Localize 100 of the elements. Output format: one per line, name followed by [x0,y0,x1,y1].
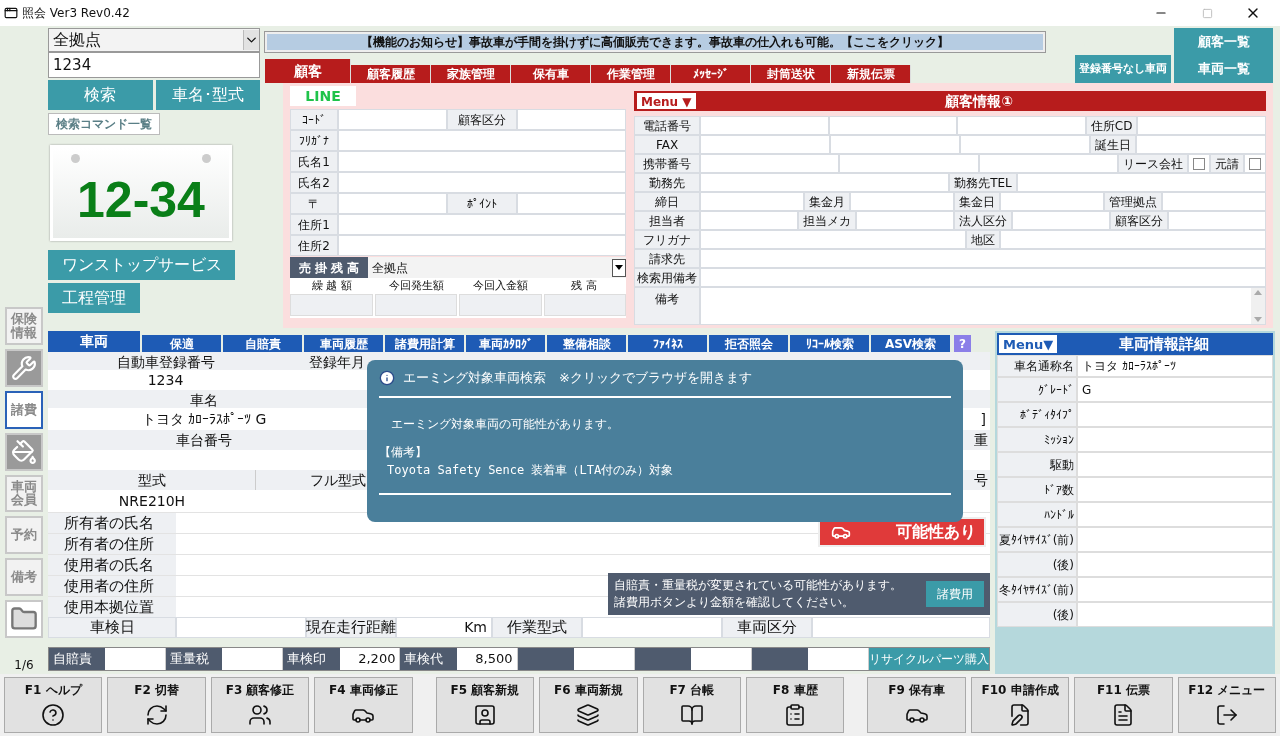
field-label: 住所CD [1085,116,1138,135]
vehicle-tab[interactable]: 諸費用計算 [385,335,466,352]
field-label: 氏名1 [290,151,338,172]
field-label: 誕生日 [1090,135,1136,154]
field-label: 車名 [189,391,219,408]
field-label: 現在走行距離 [306,617,396,638]
function-key[interactable]: F1 ヘルプ [4,677,103,733]
help-button[interactable]: ? [954,335,971,352]
app-icon [4,6,18,20]
field-label: 勤務先 [634,173,700,192]
vehicle-tab[interactable]: 車両ｶﾀﾛｸﾞ [466,335,547,352]
field-label: 重 [974,431,989,450]
command-list-button[interactable]: 検索コマンド一覧 [48,113,160,135]
fee-label: 重量税 [166,648,223,670]
wrench-icon [11,354,37,381]
screw-hole-icon [71,154,80,163]
field-label: 〒 [290,193,338,214]
fee-label: 自賠責 [49,648,106,670]
function-key[interactable]: F10 申請作成 [970,677,1070,733]
function-key[interactable]: F9 保有車 [867,677,966,733]
balance-label: 売 掛 残 高 [290,257,368,278]
vehicle-tab[interactable]: 整備相談 [547,335,628,352]
table-cell-text: NRE210H [117,491,187,511]
toolbar-button[interactable]: 諸費 [5,390,43,429]
function-key[interactable]: F5 顧客新規 [435,677,535,733]
field-label: 所有者の住所 [48,534,176,554]
column-header: 今回発生額 [387,278,445,294]
layers-icon [576,703,601,727]
customer-tab[interactable]: 顧客履歴 [351,65,431,83]
vehicle-tab[interactable]: 車両履歴 [304,335,385,352]
field-label: 検索用備考 [634,268,700,287]
panel-title: 車両情報詳細 [1118,333,1211,355]
branch-dropdown[interactable]: 全拠点 [48,28,260,52]
function-key[interactable]: F2 切替 [107,677,206,733]
field-label: 法人区分 [954,211,1012,230]
field-label: ﾄﾞｱ数 [997,477,1077,502]
vehicle-tab[interactable]: 拒否照会 [709,335,790,352]
user-card-icon [472,703,497,727]
remarks-field[interactable] [700,287,1266,325]
function-key[interactable]: F12 メニュー [1177,677,1277,733]
field-label: 管理拠点 [1104,192,1162,211]
customer-tab[interactable]: 保有車 [511,65,591,83]
scroll-down-icon [1254,317,1262,322]
function-key[interactable]: F7 台帳 [642,677,741,733]
menu-button[interactable]: Menu▼ [999,335,1058,353]
dropdown-button[interactable] [612,258,626,277]
field-label: 車検日 [48,617,176,638]
field-label: 自動車登録番号 [115,353,216,370]
customer-tab[interactable]: 作業管理 [591,65,671,83]
function-key[interactable]: F8 車歴 [745,677,845,733]
plate-number: 12-34 [77,175,205,225]
field-label: 勤務先TEL [949,173,1017,192]
function-key[interactable]: F3 顧客修正 [210,677,310,733]
vehicle-tab[interactable]: 保適 [142,335,223,352]
field-label: フリガナ [634,230,700,249]
vehicle-tab[interactable]: ASV検索 [871,335,952,352]
fee-label-blank [751,648,809,670]
fee-label-blank [634,648,691,670]
search-field[interactable]: 1234 [48,52,260,78]
vehicle-tab[interactable]: 自賠責 [223,335,304,352]
aiming-popup[interactable]: エーミング対象車両検索 ※クリックでブラウザを開きます エーミング対象車両の可能性があります。 【備考】 Toyota Safety Sence 装着車（LTA付のみ）対象 [367,360,963,522]
field-label: (後) [997,602,1077,627]
field-label: 顧客区分 [447,109,517,130]
refresh-icon [144,703,169,727]
toolbar-button[interactable] [5,348,43,387]
vehicle-tab[interactable]: ﾌｧｲﾈｽ [628,335,709,352]
balance-branch-dropdown[interactable]: 全拠点 [368,257,626,278]
field-label: 請求先 [634,249,700,268]
field-label: 担当メカ [798,211,856,230]
customer-tab[interactable]: 家族管理 [431,65,511,83]
function-key[interactable]: F6 車両新規 [539,677,638,733]
vehicle-tab[interactable]: 車両 [48,331,142,352]
vehicle-tab[interactable]: ﾘｺｰﾙ検索 [790,335,871,352]
field-label: 住所1 [290,214,338,235]
field-label: 車名通称名 [997,355,1077,377]
field-label: ｸﾞﾚｰﾄﾞ [997,377,1077,402]
notice-banner[interactable]: 【機能のお知らせ】事故車が手間を掛けずに高価販売できます。事故車の仕入れも可能。【ここをクリック】 [265,31,1045,52]
customer-tab[interactable]: 封筒送状 [751,65,831,83]
field-label: 夏ﾀｲﾔｻｲｽﾞ(前) [997,527,1077,552]
field-label: ﾎﾞﾃﾞｨﾀｲﾌﾟ [997,402,1077,427]
checkbox[interactable] [1193,157,1205,170]
table-cell: Km [396,617,492,638]
field-label: 電話番号 [634,116,700,135]
function-key[interactable]: F4 車両修正 [314,677,413,733]
scrollbar[interactable] [1251,288,1265,324]
customer-tab[interactable]: 顧客 [265,59,351,83]
column-header: 残 高 [570,278,598,294]
field-label: リース会社 [1118,154,1188,173]
paint-bucket-icon [11,438,37,465]
file-pen-icon [1008,703,1032,727]
window-title: 照会 Ver3 Rev0.42 [22,5,130,22]
menu-button[interactable]: Menu ▼ [637,93,696,109]
toolbar-button[interactable] [5,432,43,471]
scroll-up-icon [1254,290,1262,295]
customer-tab[interactable]: 新規伝票 [831,65,911,83]
function-key[interactable]: F11 伝票 [1074,677,1173,733]
checkbox[interactable] [1249,157,1261,170]
toolbar-button[interactable] [5,600,43,638]
customer-tab[interactable]: ﾒｯｾｰｼﾞ [671,65,751,83]
field-label: 顧客区分 [1110,211,1168,230]
